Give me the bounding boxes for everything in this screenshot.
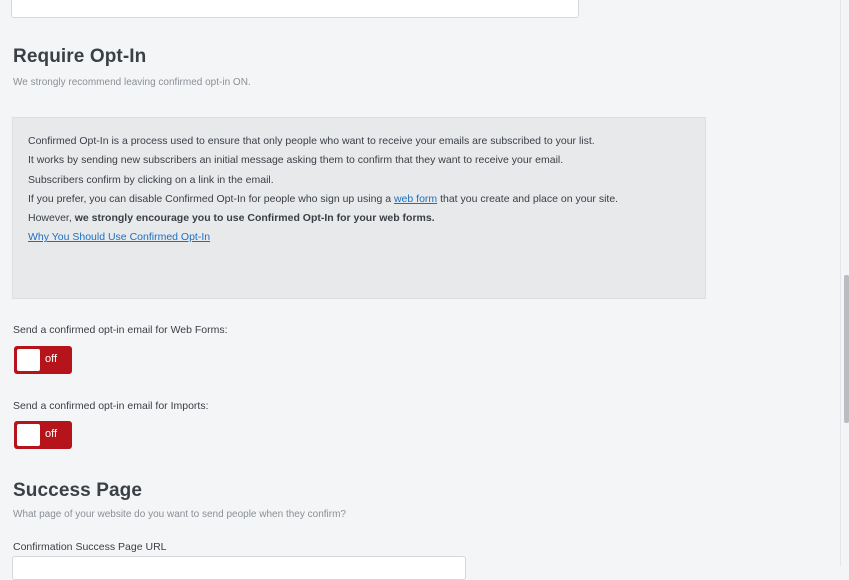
require-optin-subtitle: We strongly recommend leaving confirmed … [13,77,251,88]
require-optin-heading: Require Opt-In [13,46,147,67]
web-forms-optin-label: Send a confirmed opt-in email for Web Fo… [13,324,228,336]
imports-optin-label: Send a confirmed opt-in email for Import… [13,400,209,412]
scrollbar-thumb[interactable] [844,275,849,423]
web-forms-optin-toggle[interactable]: off [14,346,72,374]
web-form-link[interactable]: web form [394,193,437,205]
info-line-4: If you prefer, you can disable Confirmed… [28,190,691,209]
info-line-4-text: If you prefer, you can disable Confirmed… [28,192,394,205]
info-line-5-emphasis: we strongly encourage you to use Confirm… [74,212,435,225]
info-line-5-text: However, [28,212,75,225]
success-page-subtitle: What page of your website do you want to… [13,509,346,520]
optin-info-box: Confirmed Opt-In is a process used to en… [12,117,706,299]
info-line-5: However, we strongly encourage you to us… [28,209,691,228]
info-line-4-text-end: that you create and place on your site. [437,192,619,205]
success-page-url-input[interactable] [12,556,466,580]
toggle-knob [17,349,40,371]
imports-optin-toggle[interactable]: off [14,421,72,449]
toggle-state-label: off [45,428,58,440]
info-line-2: It works by sending new subscribers an i… [28,154,564,167]
info-line-1: Confirmed Opt-In is a process used to en… [28,135,595,147]
info-line-6: Why You Should Use Confirmed Opt-In [28,228,691,247]
toggle-state-label: off [45,353,58,365]
toggle-knob [17,424,40,446]
success-page-heading: Success Page [13,480,143,501]
success-page-url-label: Confirmation Success Page URL [13,541,167,553]
info-line-3: Subscribers confirm by clicking on a lin… [28,173,274,186]
why-confirmed-optin-link[interactable]: Why You Should Use Confirmed Opt-In [28,231,210,243]
previous-text-field[interactable] [11,0,579,18]
